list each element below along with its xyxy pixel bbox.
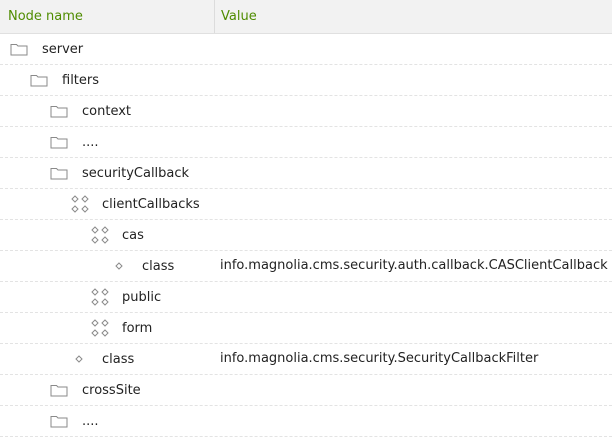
- tree-row[interactable]: securityCallback: [0, 158, 612, 189]
- content-node-icon: [70, 195, 90, 213]
- node-label: class: [142, 258, 175, 274]
- node-name-cell: ....: [50, 406, 99, 436]
- tree-row[interactable]: class info.magnolia.cms.security.Security…: [0, 344, 612, 375]
- tree-row[interactable]: class info.magnolia.cms.security.auth.cal…: [0, 251, 612, 282]
- node-label: ....: [82, 134, 99, 150]
- tree-row[interactable]: server: [0, 34, 612, 65]
- node-name-cell: securityCallback: [50, 158, 189, 188]
- tree-row[interactable]: public: [0, 282, 612, 313]
- node-name-cell: ....: [50, 127, 99, 157]
- column-divider[interactable]: [214, 0, 215, 33]
- tree-row[interactable]: form: [0, 313, 612, 344]
- content-node-icon: [90, 319, 110, 337]
- node-label: server: [42, 41, 84, 57]
- node-name-cell: server: [10, 34, 83, 64]
- column-header-value[interactable]: Value: [221, 0, 257, 33]
- node-label: securityCallback: [82, 165, 190, 181]
- table-header: Node name Value: [0, 0, 612, 34]
- property-icon: [74, 354, 84, 364]
- node-name-cell: form: [90, 313, 152, 343]
- node-label: public: [122, 289, 162, 305]
- node-value: info.magnolia.cms.security.SecurityCallb…: [220, 351, 539, 366]
- node-value: info.magnolia.cms.security.auth.callback…: [220, 258, 608, 273]
- tree-row[interactable]: ....: [0, 127, 612, 158]
- node-name-cell: cas: [90, 220, 144, 250]
- node-label: cas: [122, 227, 144, 243]
- node-label: crossSite: [82, 382, 141, 398]
- folder-icon: [30, 73, 48, 87]
- node-name-cell: crossSite: [50, 375, 141, 405]
- tree-row[interactable]: cas: [0, 220, 612, 251]
- node-name-cell: class: [114, 251, 174, 281]
- tree-row[interactable]: clientCallbacks: [0, 189, 612, 220]
- node-label: ....: [82, 413, 99, 429]
- column-header-node-name[interactable]: Node name: [8, 0, 83, 33]
- node-name-cell: filters: [30, 65, 99, 95]
- folder-icon: [50, 414, 68, 428]
- node-label: class: [102, 351, 135, 367]
- node-label: clientCallbacks: [102, 196, 200, 212]
- node-name-cell: clientCallbacks: [70, 189, 200, 219]
- tree-table: Node name Value server filters context....…: [0, 0, 612, 437]
- node-name-cell: class: [74, 344, 134, 374]
- tree-row[interactable]: filters: [0, 65, 612, 96]
- folder-icon: [50, 166, 68, 180]
- tree-row[interactable]: context: [0, 96, 612, 127]
- node-label: context: [82, 103, 131, 119]
- content-node-icon: [90, 288, 110, 306]
- folder-icon: [50, 383, 68, 397]
- tree-rows: server filters context.... securityCallback…: [0, 34, 612, 437]
- node-label: form: [122, 320, 153, 336]
- node-name-cell: public: [90, 282, 161, 312]
- content-node-icon: [90, 226, 110, 244]
- tree-row[interactable]: crossSite: [0, 375, 612, 406]
- folder-icon: [50, 104, 68, 118]
- folder-icon: [50, 135, 68, 149]
- tree-row[interactable]: ....: [0, 406, 612, 437]
- node-label: filters: [62, 72, 100, 88]
- folder-icon: [10, 42, 28, 56]
- property-icon: [114, 261, 124, 271]
- node-name-cell: context: [50, 96, 131, 126]
